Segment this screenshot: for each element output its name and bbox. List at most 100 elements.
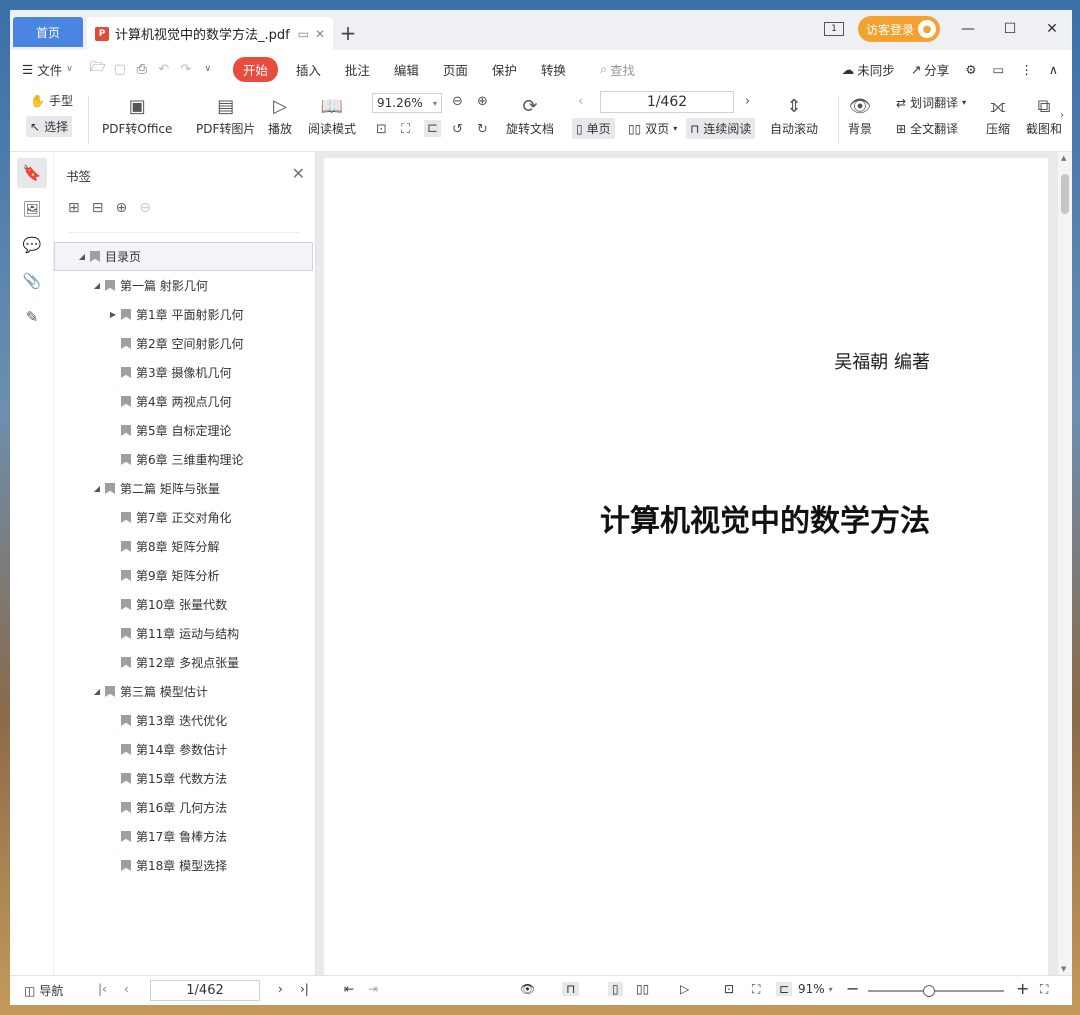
bookmark-item[interactable]: 第4章 两视点几何 <box>54 387 315 416</box>
bookmark-item[interactable]: 第11章 运动与结构 <box>54 619 315 648</box>
vertical-scrollbar[interactable]: ▲ ▼ <box>1058 152 1072 975</box>
undo-icon[interactable]: ↶ <box>153 62 175 77</box>
bookmark-item[interactable]: 第3章 摄像机几何 <box>54 358 315 387</box>
maximize-button[interactable]: ☐ <box>996 18 1024 40</box>
forward-icon[interactable]: ⇥ <box>368 982 378 996</box>
fit-page-icon[interactable]: ⛶ <box>401 122 410 137</box>
login-button[interactable]: 访客登录 ● <box>857 16 940 42</box>
bookmark-item[interactable]: ◢ 第二篇 矩阵与张量 <box>54 474 315 503</box>
single-page-mode-icon[interactable]: ▯ <box>608 982 623 996</box>
menu-page[interactable]: 页面 <box>443 60 468 79</box>
ribbon-scroll-right-icon[interactable]: › <box>1060 110 1064 121</box>
menu-insert[interactable]: 插入 <box>296 60 321 79</box>
bookmark-item[interactable]: 第16章 几何方法 <box>54 793 315 822</box>
expanded-arrow-icon[interactable]: ◢ <box>92 484 102 493</box>
file-menu[interactable]: ☰ 文件 ∨ <box>22 60 73 79</box>
actual-size-icon[interactable]: ⊡ <box>724 982 734 996</box>
next-page-icon[interactable]: › <box>745 94 750 109</box>
redo-icon[interactable]: ↷ <box>175 62 197 77</box>
add-tab-button[interactable]: + <box>333 18 363 48</box>
open-folder-icon[interactable]: 🗁 <box>87 58 109 80</box>
eye-protection-icon[interactable]: 👁 <box>520 982 535 996</box>
settings-gear-icon[interactable]: ⚙ <box>965 62 976 77</box>
add-bookmark-icon[interactable]: ⊕ <box>115 200 127 216</box>
bookmark-item[interactable]: ◢ 目录页 <box>54 242 313 271</box>
double-page-mode-icon[interactable]: ▯▯ <box>636 982 649 996</box>
select-tool-button[interactable]: ↖ 选择 <box>26 116 73 137</box>
bookmark-item[interactable]: 第8章 矩阵分解 <box>54 532 315 561</box>
expanded-arrow-icon[interactable]: ◢ <box>92 281 102 290</box>
fit-page-icon[interactable]: ⛶ <box>752 982 760 997</box>
back-icon[interactable]: ⇤ <box>344 982 354 996</box>
window-layout-icon[interactable]: 1 <box>823 22 844 36</box>
expanded-arrow-icon[interactable]: ◢ <box>92 687 102 696</box>
close-window-button[interactable]: ✕ <box>1038 18 1066 40</box>
expand-all-icon[interactable]: ⊞ <box>68 200 80 216</box>
word-translate-button[interactable]: ⇄ 划词翻译 ▾ <box>896 94 966 111</box>
bookmark-item[interactable]: 第18章 模型选择 <box>54 851 315 880</box>
bookmark-item[interactable]: ◢ 第一篇 射影几何 <box>54 271 315 300</box>
signature-panel-icon[interactable]: ✎ <box>17 302 47 332</box>
delete-bookmark-icon[interactable]: ⊖ <box>139 200 151 216</box>
fit-width-icon[interactable]: ⊏ <box>424 120 441 137</box>
hand-tool-button[interactable]: ✋ 手型 <box>30 92 73 109</box>
previous-page-icon[interactable]: ‹ <box>578 94 583 109</box>
first-page-icon[interactable]: |‹ <box>98 982 107 996</box>
single-page-button[interactable]: ▯ 单页 <box>572 118 615 139</box>
bookmark-item[interactable]: 第12章 多视点张量 <box>54 648 315 677</box>
close-icon[interactable]: ✕ <box>292 164 305 183</box>
print-icon[interactable]: ⎙ <box>131 62 153 77</box>
bookmark-item[interactable]: ◢ 第三篇 模型估计 <box>54 677 315 706</box>
fullscreen-icon[interactable]: ⛶ <box>1040 982 1048 997</box>
attachment-panel-icon[interactable]: 📎 <box>17 266 47 296</box>
collapse-all-icon[interactable]: ⊟ <box>92 200 104 216</box>
collapsed-arrow-icon[interactable]: ▶ <box>108 310 118 319</box>
sync-button[interactable]: ☁ 未同步 <box>842 60 895 79</box>
continuous-read-button[interactable]: ⊓ 连续阅读 <box>686 118 756 139</box>
rotate-document-button[interactable]: ⟳ 旋转文档 <box>506 92 554 137</box>
status-page-input[interactable]: 1/462 <box>150 980 260 1001</box>
close-tab-icon[interactable]: ✕ <box>315 27 325 41</box>
zoom-in-button[interactable]: + <box>1016 979 1029 998</box>
bookmark-item[interactable]: 第9章 矩阵分析 <box>54 561 315 590</box>
zoom-dropdown[interactable]: 91% ▾ <box>798 982 833 996</box>
zoom-out-icon[interactable]: ⊖ <box>452 94 463 109</box>
expanded-arrow-icon[interactable]: ◢ <box>77 252 87 261</box>
document-tab[interactable]: P 计算机视觉中的数学方法_.pdf ▭ ✕ <box>87 17 333 50</box>
zoom-out-button[interactable]: − <box>846 979 859 998</box>
bookmark-item[interactable]: 第17章 鲁棒方法 <box>54 822 315 851</box>
minimize-button[interactable]: — <box>954 18 982 40</box>
collapse-ribbon-icon[interactable]: ∧ <box>1049 62 1058 77</box>
next-page-icon[interactable]: › <box>278 982 283 996</box>
scrollbar-thumb[interactable] <box>1061 174 1069 214</box>
play-button[interactable]: ▷ 播放 <box>268 92 292 137</box>
thumbnail-panel-icon[interactable]: 🖼 <box>17 194 47 224</box>
comment-panel-icon[interactable]: 💬 <box>17 230 47 260</box>
navigation-toggle[interactable]: ◫ 导航 <box>24 982 63 999</box>
scroll-down-icon[interactable]: ▼ <box>1061 965 1066 973</box>
menu-annotate[interactable]: 批注 <box>345 60 370 79</box>
bookmark-panel-icon[interactable]: 🔖 <box>17 158 47 188</box>
auto-scroll-button[interactable]: ⇕ 自动滚动 <box>770 92 818 137</box>
page-number-input[interactable]: 1/462 <box>600 91 734 113</box>
compress-button[interactable]: ⟗ 压缩 <box>986 92 1010 137</box>
actual-size-icon[interactable]: ⊡ <box>376 122 387 137</box>
continuous-mode-icon[interactable]: ⊓ <box>562 982 580 996</box>
zoom-slider-knob[interactable] <box>923 985 936 997</box>
bookmark-item[interactable]: 第5章 自标定理论 <box>54 416 315 445</box>
menu-protect[interactable]: 保护 <box>492 60 517 79</box>
rotate-left-icon[interactable]: ↺ <box>452 122 463 137</box>
play-icon[interactable]: ▷ <box>680 982 689 996</box>
bookmark-item[interactable]: 第2章 空间射影几何 <box>54 329 315 358</box>
bookmark-item[interactable]: ▶ 第1章 平面射影几何 <box>54 300 315 329</box>
save-icon[interactable]: ▢ <box>109 62 131 77</box>
background-button[interactable]: 👁 背景 <box>848 92 872 137</box>
fit-width-icon[interactable]: ⊏ <box>776 982 793 996</box>
bookmark-item[interactable]: 第10章 张量代数 <box>54 590 315 619</box>
pdf-to-image-button[interactable]: ▤ PDF转图片 <box>196 92 255 137</box>
menu-convert[interactable]: 转换 <box>541 60 566 79</box>
zoom-select[interactable]: 91.26% ▾ <box>372 93 442 113</box>
bookmark-item[interactable]: 第6章 三维重构理论 <box>54 445 315 474</box>
share-button[interactable]: ↗ 分享 <box>911 60 950 79</box>
scroll-up-icon[interactable]: ▲ <box>1061 154 1066 162</box>
